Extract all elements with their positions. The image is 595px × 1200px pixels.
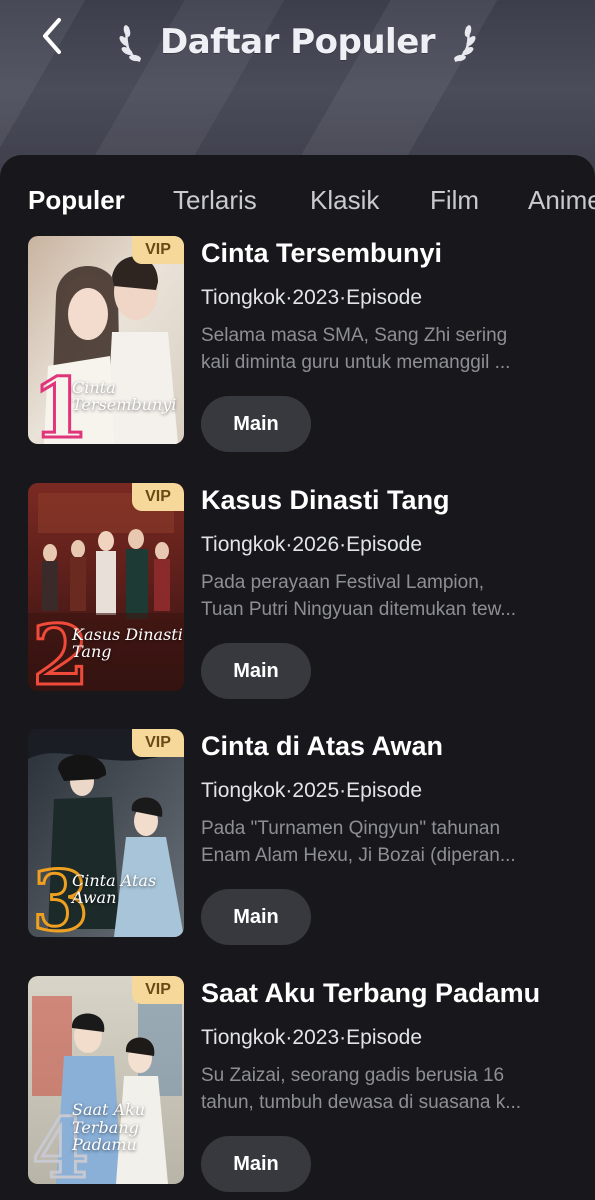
description-line: Su Zaizai, seorang gadis berusia 16 — [201, 1065, 505, 1086]
show-title[interactable]: Cinta Tersembunyi — [201, 238, 442, 269]
poster-thumbnail[interactable]: VIP 2 Kasus Dinasti Tang — [28, 483, 184, 691]
page-title: Daftar Populer — [159, 22, 436, 62]
play-button[interactable]: Main — [201, 1136, 311, 1192]
show-meta: Tiongkok·2026·Episode — [201, 533, 423, 556]
play-button[interactable]: Main — [201, 643, 311, 699]
category-tabs: Populer Terlaris Klasik Film Anime — [0, 185, 595, 221]
description-line: Enam Alam Hexu, Ji Bozai (diperan... — [201, 845, 516, 866]
vip-badge: VIP — [132, 236, 184, 264]
laurel-left-icon — [119, 25, 141, 63]
vip-badge: VIP — [132, 729, 184, 757]
tab-anime[interactable]: Anime — [528, 185, 595, 216]
show-description: Su Zaizai, seorang gadis berusia 16 tahu… — [201, 1062, 566, 1116]
show-meta: Tiongkok·2025·Episode — [201, 779, 423, 802]
poster-title: Kasus Dinasti Tang — [72, 624, 183, 662]
description-line: Pada perayaan Festival Lampion, — [201, 572, 485, 593]
description-line: tahun, tumbuh dewasa di suasana k... — [201, 1092, 522, 1113]
page-title-group: Daftar Populer — [0, 14, 595, 70]
show-title[interactable]: Kasus Dinasti Tang — [201, 485, 450, 516]
description-line: Tuan Putri Ningyuan ditemukan tew... — [201, 599, 517, 620]
show-meta: Tiongkok·2023·Episode — [201, 286, 423, 309]
show-description: Pada perayaan Festival Lampion, Tuan Put… — [201, 569, 566, 623]
tab-klasik[interactable]: Klasik — [310, 185, 379, 216]
play-button[interactable]: Main — [201, 396, 311, 452]
show-title[interactable]: Saat Aku Terbang Padamu — [201, 978, 540, 1009]
tab-populer[interactable]: Populer — [28, 185, 125, 216]
play-button[interactable]: Main — [201, 889, 311, 945]
vip-badge: VIP — [132, 976, 184, 1004]
description-line: kali diminta guru untuk memanggil ... — [201, 352, 511, 373]
list-item[interactable]: VIP 1 Cinta Tersembunyi Cinta Tersembuny… — [28, 236, 588, 452]
list-item[interactable]: VIP 2 Kasus Dinasti Tang Kasus Dinasti T… — [28, 483, 588, 699]
poster-thumbnail[interactable]: VIP 4 Saat Aku Terbang Padamu — [28, 976, 184, 1184]
list-item[interactable]: VIP 3 Cinta Atas Awan Cinta di Atas Awan… — [28, 729, 588, 945]
poster-title: Cinta Atas Awan — [72, 870, 157, 908]
laurel-right-icon — [454, 25, 476, 63]
poster-thumbnail[interactable]: VIP 3 Cinta Atas Awan — [28, 729, 184, 937]
show-description: Selama masa SMA, Sang Zhi sering kali di… — [201, 322, 566, 376]
poster-thumbnail[interactable]: VIP 1 Cinta Tersembunyi — [28, 236, 184, 444]
list-item[interactable]: VIP 4 Saat Aku Terbang Padamu Saat Aku T… — [28, 976, 588, 1192]
show-title[interactable]: Cinta di Atas Awan — [201, 731, 443, 762]
tab-film[interactable]: Film — [430, 185, 479, 216]
ranking-panel: Populer Terlaris Klasik Film Anime VIP 1… — [0, 155, 595, 1200]
tab-terlaris[interactable]: Terlaris — [173, 185, 257, 216]
vip-badge: VIP — [132, 483, 184, 511]
poster-title: Saat Aku Terbang Padamu — [72, 1100, 146, 1155]
description-line: Pada "Turnamen Qingyun" tahunan — [201, 818, 501, 839]
show-description: Pada "Turnamen Qingyun" tahunan Enam Ala… — [201, 815, 566, 869]
description-line: Selama masa SMA, Sang Zhi sering — [201, 325, 508, 346]
poster-title: Cinta Tersembunyi — [72, 377, 177, 415]
show-meta: Tiongkok·2023·Episode — [201, 1026, 423, 1049]
